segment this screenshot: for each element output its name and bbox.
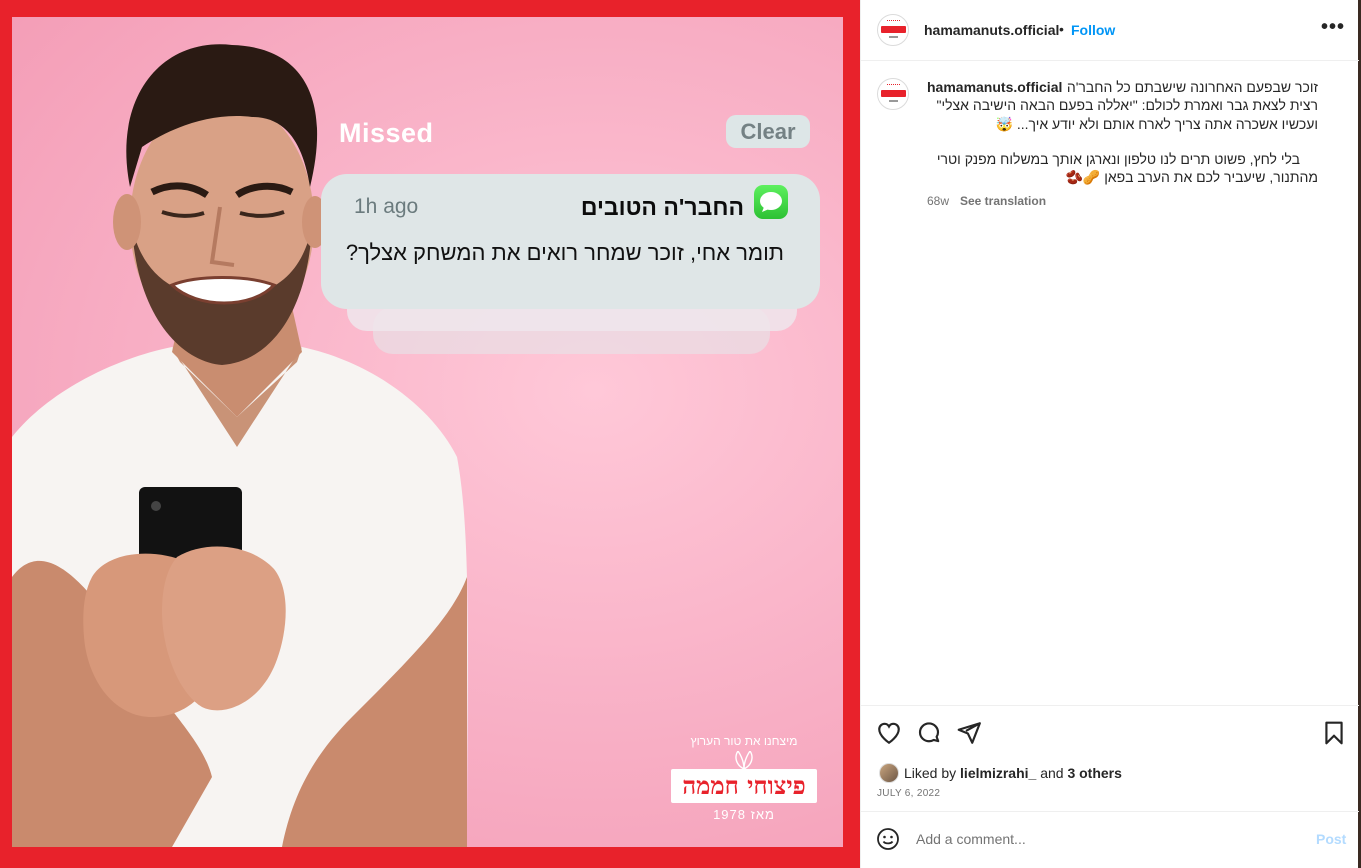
caption-username[interactable]: hamamanuts.official — [927, 79, 1062, 95]
likes-prefix: Liked by — [904, 765, 957, 781]
more-options-icon[interactable]: ••• — [1321, 16, 1345, 39]
likes-and: and — [1040, 765, 1064, 781]
liker-username[interactable]: lielmizrahi_ — [960, 765, 1036, 781]
post-details-panel: hamamanuts.official • Follow ••• hamaman… — [860, 0, 1359, 868]
post-media[interactable]: Missed Clear 1h ago החבר'ה הטובים תומר א… — [0, 0, 860, 868]
avatar[interactable] — [877, 78, 909, 110]
caption-line: רצית לצאת גבר ואמרת לכולם: "יאללה בפעם ה… — [936, 97, 1319, 113]
follow-button[interactable]: Follow — [1071, 22, 1115, 38]
post-comment-button[interactable]: Post — [1316, 831, 1346, 847]
post-date: JULY 6, 2022 — [877, 788, 941, 799]
missed-section-label: Missed — [339, 118, 434, 148]
post-header: hamamanuts.official • Follow ••• — [861, 0, 1359, 61]
clear-notifications-button: Clear — [726, 115, 810, 148]
post-photo: Missed Clear 1h ago החבר'ה הטובים תומר א… — [12, 17, 843, 847]
logo-tagline: מיצחנו את טור הערוץ — [690, 734, 798, 748]
notification-card: 1h ago החבר'ה הטובים תומר אחי, זוכר שמחר… — [321, 174, 820, 309]
notification-sender: החבר'ה הטובים — [580, 194, 744, 220]
messages-icon — [754, 185, 788, 219]
header-separator: • — [1059, 21, 1064, 37]
heart-icon[interactable] — [876, 720, 902, 746]
logo-brand: פיצוחי חממה — [671, 769, 817, 803]
caption-line: בלי לחץ, פשוט תרים לנו טלפון ונארגן אותך… — [936, 151, 1300, 167]
liker-avatar[interactable] — [879, 763, 899, 783]
brand-logo: מיצחנו את טור הערוץ פיצוחי חממה מאז 1978 — [670, 727, 818, 837]
see-translation-button[interactable]: See translation — [960, 194, 1046, 208]
comment-bar: Post — [861, 811, 1359, 868]
caption-line: זוכר שבפעם האחרונה שישבתם כל החבר'ה — [1066, 79, 1318, 95]
share-icon[interactable] — [956, 720, 982, 746]
likes-summary: Liked by lielmizrahi_ and 3 others — [904, 765, 1122, 781]
emoji-icon[interactable] — [876, 827, 900, 851]
bookmark-icon[interactable] — [1321, 720, 1347, 746]
comment-input[interactable] — [916, 828, 1296, 850]
notification-message: תומר אחי, זוכר שמחר רואים את המשחק אצלך? — [345, 240, 784, 265]
actions-divider — [861, 705, 1359, 706]
leaf-icon — [735, 751, 753, 769]
caption-line: מהתנור, שיעביר לכם את הערב בפאן 🥜🫘 — [1065, 169, 1318, 185]
comment-icon[interactable] — [916, 720, 942, 746]
logo-since: מאז 1978 — [713, 807, 775, 822]
notification-time: 1h ago — [354, 195, 419, 218]
caption-line: ועכשיו אשכרה אתה צריך לארח אותם ולא יודע… — [995, 116, 1318, 132]
header-username[interactable]: hamamanuts.official — [924, 22, 1059, 38]
post-age[interactable]: 68w — [927, 194, 949, 208]
avatar[interactable] — [877, 14, 909, 46]
likes-others-link[interactable]: 3 others — [1067, 765, 1121, 781]
